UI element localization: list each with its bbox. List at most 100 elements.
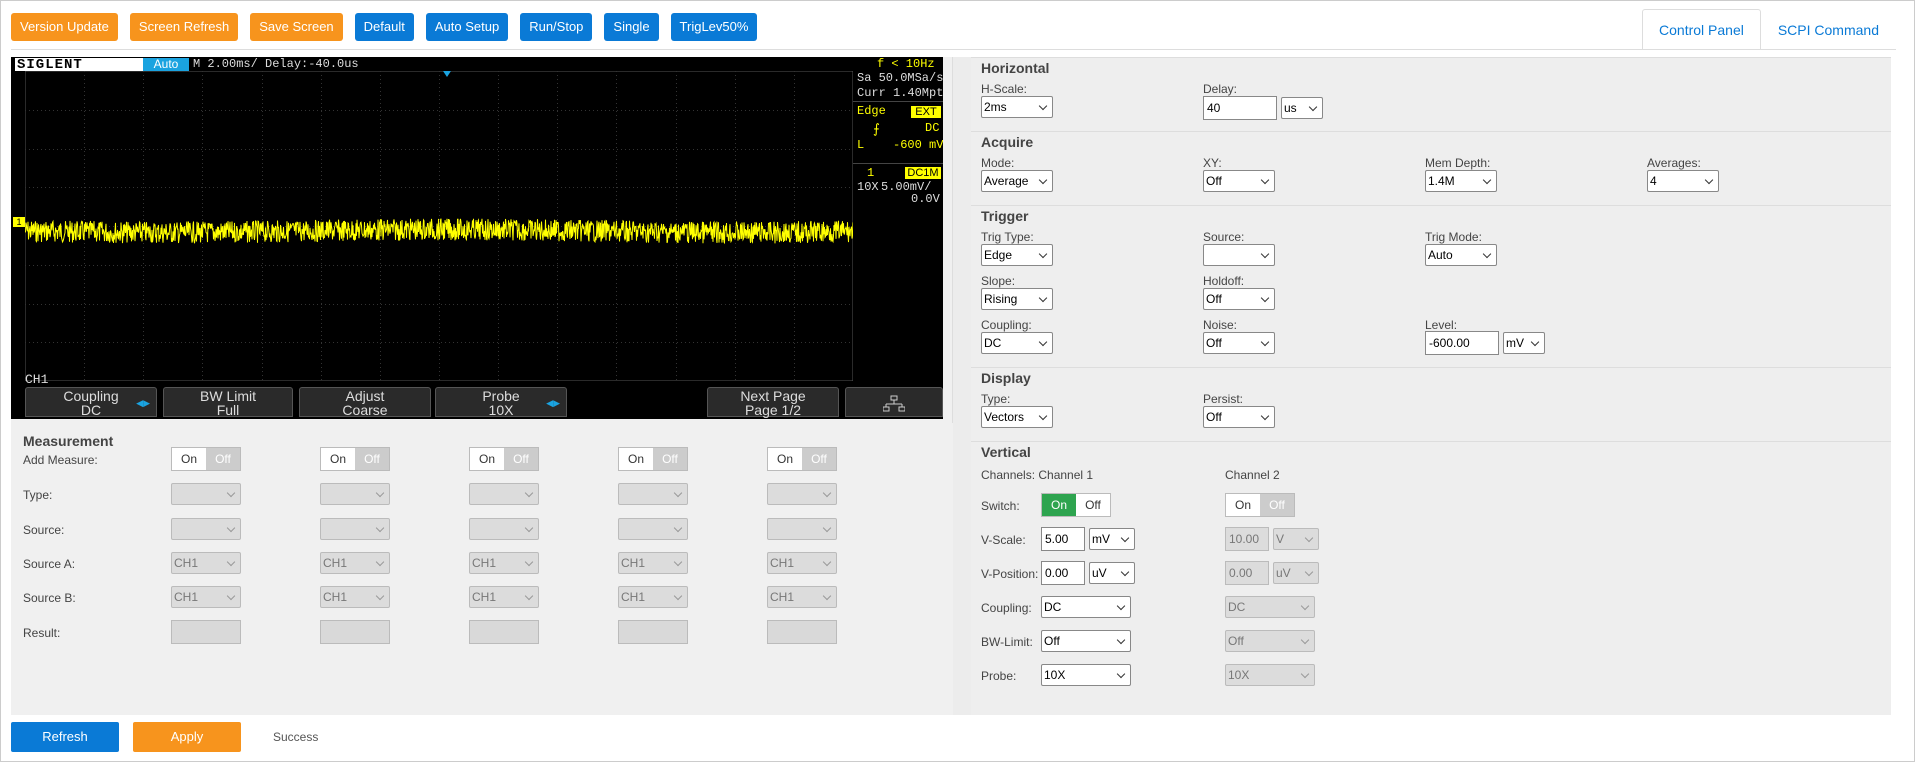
measurement-section: Measurement Add Measure: Type: Source: S… [11,423,953,715]
ch2-bw-limit-select[interactable]: Off [1225,630,1315,652]
ch1-bw-limit-select[interactable]: Off [1041,630,1131,652]
measure-3-type-select[interactable] [469,483,539,505]
level-label: Level: [1425,318,1458,332]
ch2-vscale-input[interactable]: 10.00 [1225,527,1269,551]
measure-3-off[interactable]: Off [504,448,538,470]
trig-type-select[interactable]: Edge [981,244,1053,266]
measure-4-source-a-select[interactable]: CH1 [618,552,688,574]
softkey-next-page[interactable]: Next Page Page 1/2 [707,387,839,417]
measure-4-source-select[interactable] [618,518,688,540]
slope-select[interactable]: Rising [981,288,1053,310]
ch2-vposition-input[interactable]: 0.00 [1225,561,1269,585]
measure-3-source-b-select[interactable]: CH1 [469,586,539,608]
display-type-select[interactable]: Vectors [981,406,1053,428]
ch2-switch-toggle[interactable]: On Off [1225,493,1295,517]
measure-4-type-select[interactable] [618,483,688,505]
trig-source-select[interactable] [1203,244,1275,266]
save-screen-button[interactable]: Save Screen [250,13,343,41]
measure-5-source-b-select[interactable]: CH1 [767,586,837,608]
version-update-button[interactable]: Version Update [11,13,118,41]
run-stop-button[interactable]: Run/Stop [520,13,593,41]
default-button[interactable]: Default [354,13,414,41]
measure-5-source-a-select[interactable]: CH1 [767,552,837,574]
apply-button[interactable]: Apply [133,722,241,752]
measure-3-source-a-select[interactable]: CH1 [469,552,539,574]
softkey-network[interactable] [845,387,943,417]
tab-scpi-command[interactable]: SCPI Command [1761,9,1896,49]
measure-2-source-a-select[interactable]: CH1 [320,552,390,574]
ch2-vposition-unit-select[interactable]: uV [1273,562,1319,584]
ch1-vposition-unit-select[interactable]: uV [1089,562,1135,584]
measure-4-on[interactable]: On [619,448,653,470]
ch1-vscale-input[interactable]: 5.00 [1041,527,1085,551]
ch2-switch-on[interactable]: On [1226,494,1260,516]
trigger-level-readout: -600 mV [893,138,943,152]
ch1-switch-toggle[interactable]: On Off [1041,493,1111,517]
screen-refresh-button[interactable]: Screen Refresh [129,13,239,41]
ch1-vposition-input[interactable]: 0.00 [1041,561,1085,585]
measure-1-off[interactable]: Off [206,448,240,470]
mem-depth-select[interactable]: 1.4M [1425,170,1497,192]
ch1-coupling-select[interactable]: DC [1041,596,1131,618]
measure-5-on[interactable]: On [768,448,802,470]
averages-select[interactable]: 4 [1647,170,1719,192]
ch2-probe-select[interactable]: 10X [1225,664,1315,686]
tab-control-panel[interactable]: Control Panel [1642,9,1761,49]
measure-4-source-b-select[interactable]: CH1 [618,586,688,608]
measure-5-toggle[interactable]: On Off [767,447,837,471]
ch1-switch-off[interactable]: Off [1076,494,1110,516]
xy-select[interactable]: Off [1203,170,1275,192]
measure-4-toggle[interactable]: On Off [618,447,688,471]
persist-select[interactable]: Off [1203,406,1275,428]
measure-1-source-a-select[interactable]: CH1 [171,552,241,574]
level-unit-select[interactable]: mV [1503,332,1545,354]
holdoff-select[interactable]: Off [1203,288,1275,310]
delay-unit-select[interactable]: us [1281,97,1323,119]
scope-screen[interactable]: SIGLENT Auto M 2.00ms/ Delay:-40.0us f <… [11,57,943,419]
add-measure-label: Add Measure: [23,453,98,467]
measure-4-off[interactable]: Off [653,448,687,470]
measure-5-off[interactable]: Off [802,448,836,470]
measure-3-toggle[interactable]: On Off [469,447,539,471]
measure-5-type-select[interactable] [767,483,837,505]
measure-2-on[interactable]: On [321,448,355,470]
trig-level-50-button[interactable]: TrigLev50% [670,13,758,41]
softkey-bw-limit[interactable]: BW Limit Full [163,387,293,417]
measure-5-source-select[interactable] [767,518,837,540]
measure-1-toggle[interactable]: On Off [171,447,241,471]
softkey-coupling[interactable]: Coupling DC ◀▶ [25,387,157,417]
trig-mode-select[interactable]: Auto [1425,244,1497,266]
trigger-type-label: Edge [857,104,886,118]
measure-2-toggle[interactable]: On Off [320,447,390,471]
ch1-switch-on[interactable]: On [1042,494,1076,516]
measure-1-type-select[interactable] [171,483,241,505]
softkey-probe[interactable]: Probe 10X ◀▶ [435,387,567,417]
single-button[interactable]: Single [604,13,659,41]
measure-3-source-select[interactable] [469,518,539,540]
refresh-button[interactable]: Refresh [11,722,119,752]
measure-5-result-field [767,620,837,644]
auto-setup-button[interactable]: Auto Setup [425,13,509,41]
trig-coupling-select[interactable]: DC [981,332,1053,354]
holdoff-label: Holdoff: [1203,274,1245,288]
ch2-vscale-unit-select[interactable]: V [1273,528,1319,550]
noise-select[interactable]: Off [1203,332,1275,354]
measure-1-source-select[interactable] [171,518,241,540]
measure-1-source-b-select[interactable]: CH1 [171,586,241,608]
level-input[interactable]: -600.00 [1425,331,1499,355]
ch1-vscale-unit-select[interactable]: mV [1089,528,1135,550]
delay-input[interactable]: 40 [1203,96,1277,120]
measure-3-on[interactable]: On [470,448,504,470]
measure-2-source-b-select[interactable]: CH1 [320,586,390,608]
hscale-select[interactable]: 2ms [981,96,1053,118]
measure-2-source-select[interactable] [320,518,390,540]
measure-2-type-select[interactable] [320,483,390,505]
acquire-mode-select[interactable]: Average [981,170,1053,192]
softkey-adjust[interactable]: Adjust Coarse [299,387,431,417]
measure-1-on[interactable]: On [172,448,206,470]
ch2-switch-off[interactable]: Off [1260,494,1294,516]
waveform-grid [25,71,853,381]
measure-2-off[interactable]: Off [355,448,389,470]
ch1-probe-select[interactable]: 10X [1041,664,1131,686]
ch2-coupling-select[interactable]: DC [1225,596,1315,618]
